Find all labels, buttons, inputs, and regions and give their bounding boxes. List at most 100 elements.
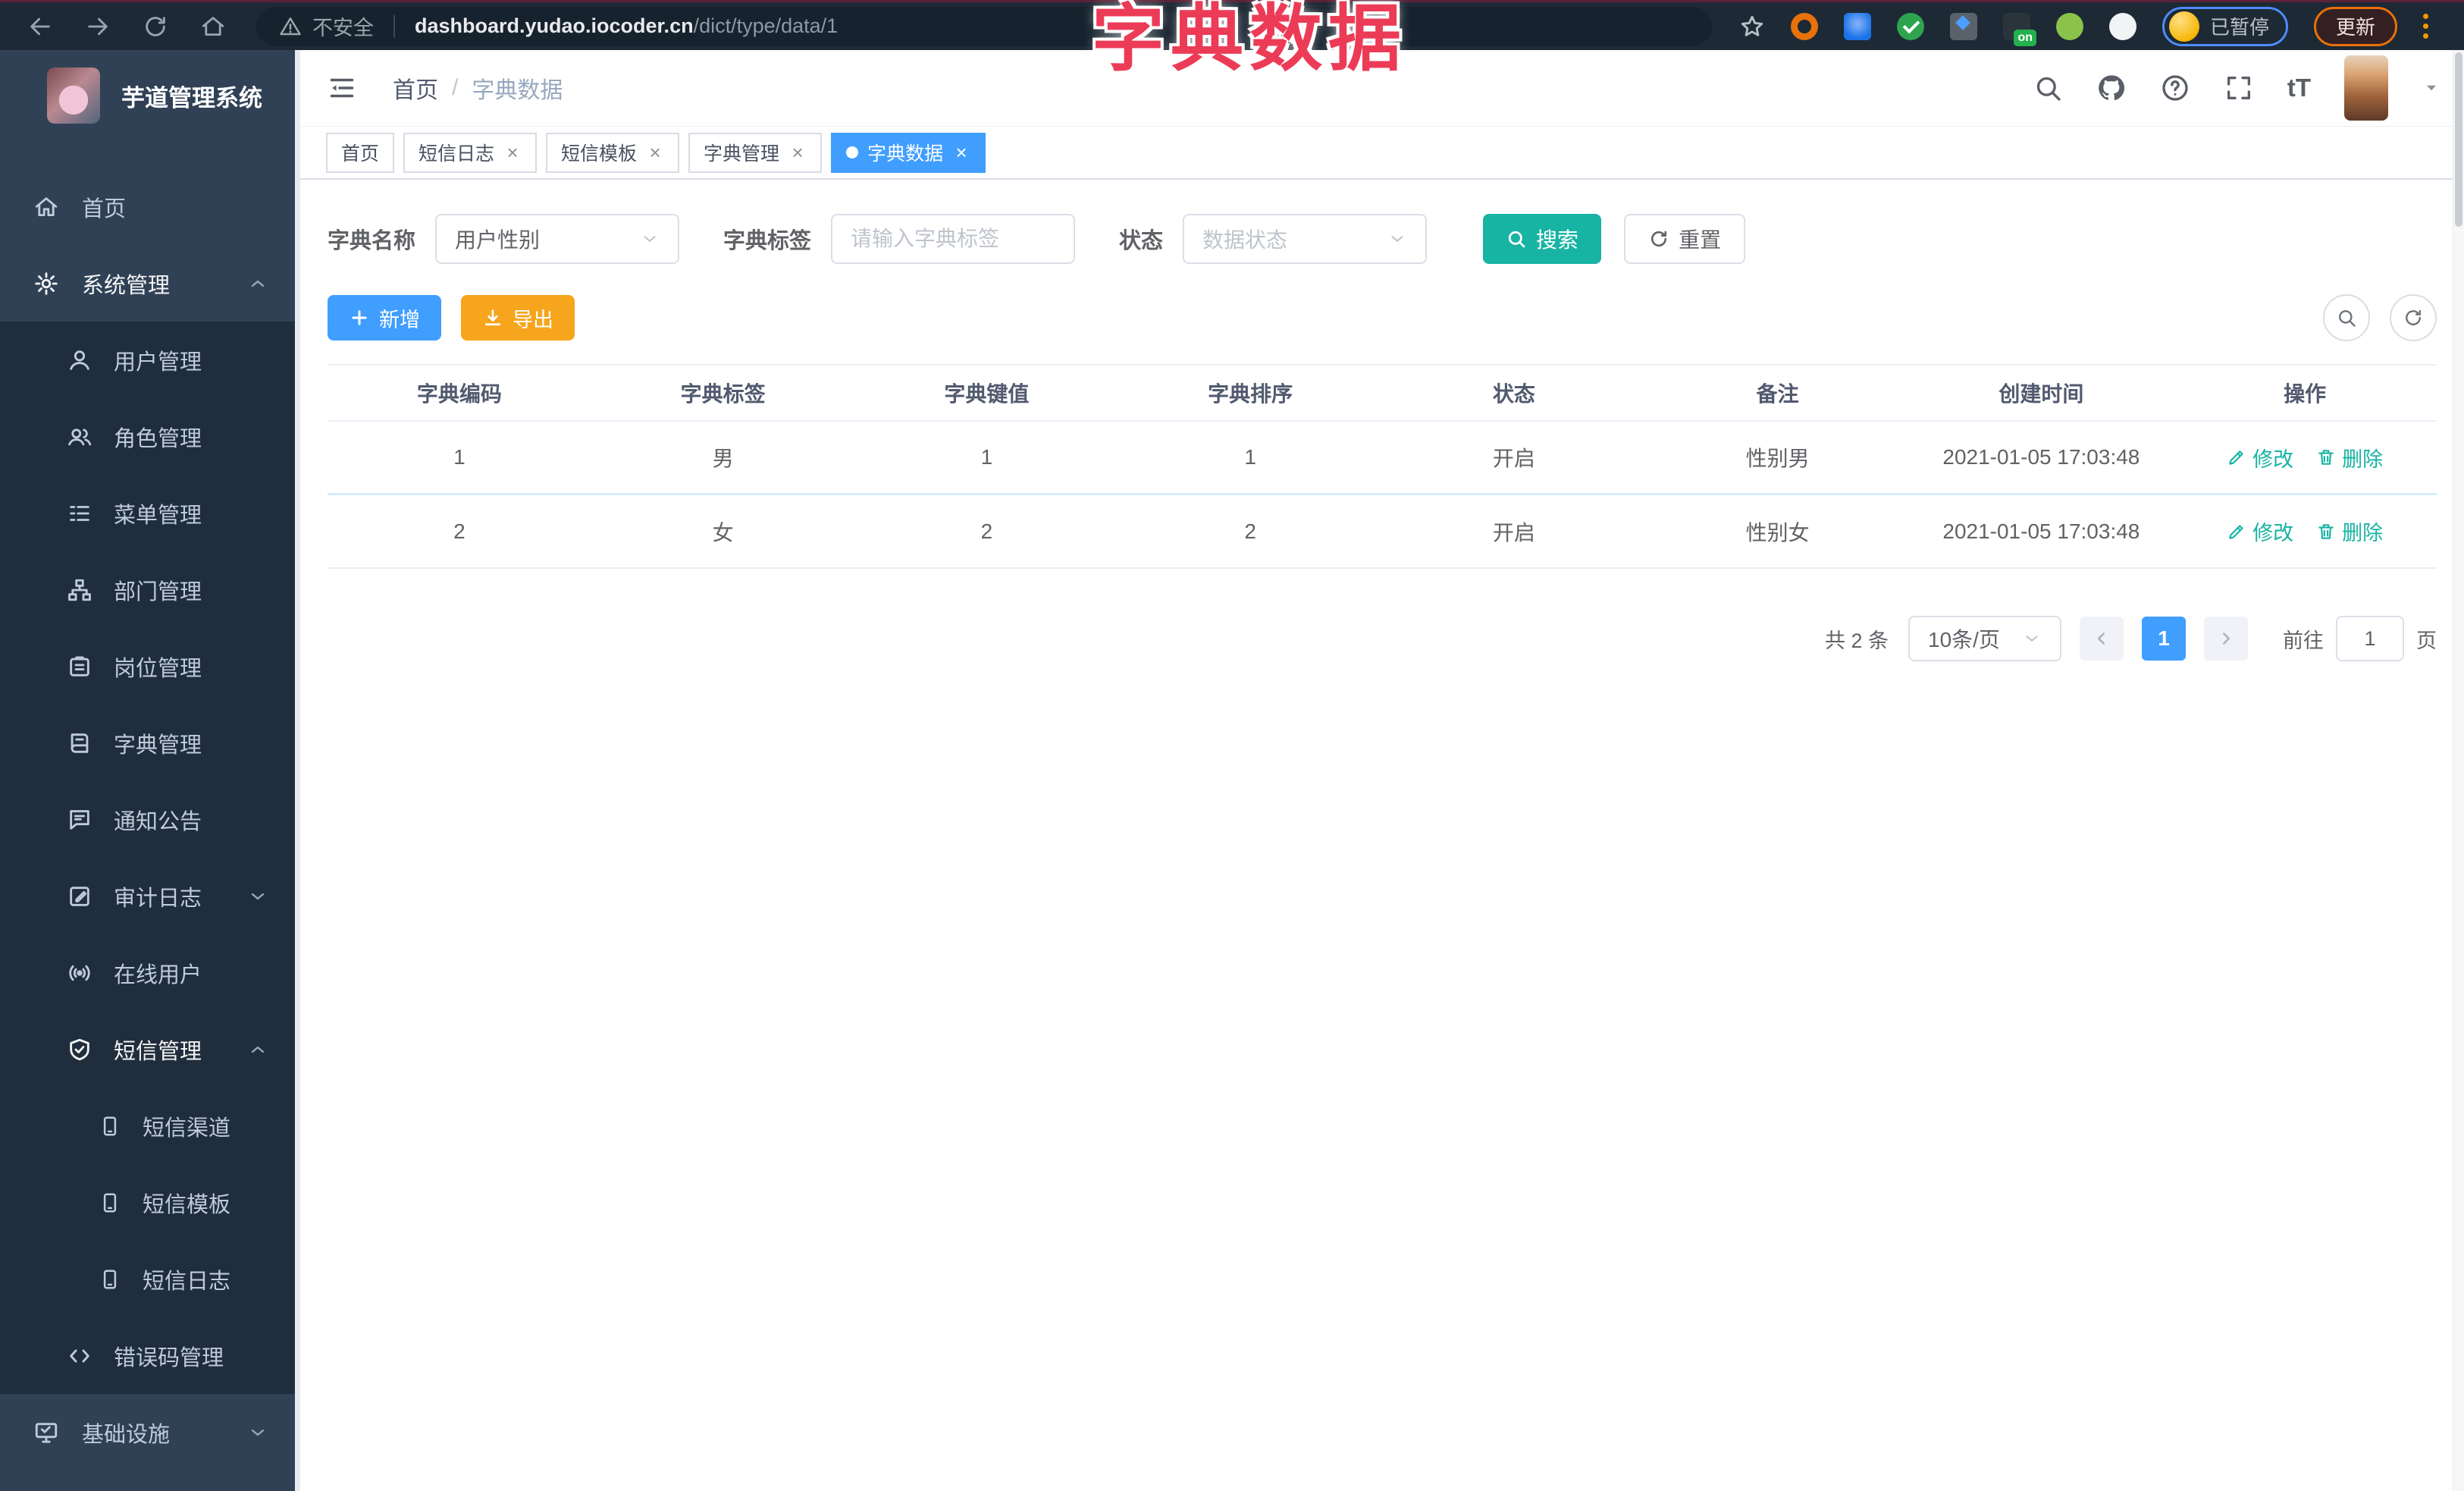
edit-link[interactable]: 修改 — [2227, 443, 2293, 472]
refresh-table-button[interactable] — [2390, 294, 2437, 341]
user-avatar[interactable] — [2344, 55, 2388, 121]
sidebar-item-sms-channel[interactable]: 短信渠道 — [0, 1088, 300, 1164]
main-panel: 首页 / 字典数据 tT 首页 短信日志 × 短信模板 × 字典管理 × 字典数… — [300, 50, 2464, 1491]
update-label: 更新 — [2336, 16, 2376, 39]
sidebar-item-online-users[interactable]: 在线用户 — [0, 934, 300, 1011]
extension-icon-bars[interactable] — [1950, 12, 1977, 40]
page-number-1[interactable]: 1 — [2142, 617, 2186, 661]
phone-icon — [103, 1116, 117, 1135]
id-badge-icon — [70, 656, 89, 676]
tab-label: 字典管理 — [704, 143, 780, 165]
sidebar-item-menus[interactable]: 菜单管理 — [0, 475, 300, 551]
add-button[interactable]: 新增 — [328, 295, 441, 341]
tab-sms-template[interactable]: 短信模板 — [546, 132, 680, 173]
export-button[interactable]: 导出 — [461, 295, 575, 341]
chevron-down-icon[interactable] — [2422, 78, 2441, 98]
reload-icon[interactable] — [143, 14, 168, 39]
extension-icon-switch[interactable]: on — [2003, 12, 2036, 46]
close-icon[interactable] — [788, 141, 807, 165]
page-scrollbar[interactable] — [2453, 50, 2464, 1491]
sidebar-item-error-codes[interactable]: 错误码管理 — [0, 1317, 300, 1394]
help-icon[interactable] — [2160, 73, 2190, 103]
sidebar-toggle-icon[interactable] — [326, 74, 358, 102]
close-icon[interactable] — [952, 141, 970, 165]
browser-profile-chip[interactable]: 已暂停 — [2162, 6, 2289, 46]
cell-code: 1 — [453, 445, 466, 469]
shield-check-icon — [70, 1038, 89, 1060]
home-icon — [35, 196, 58, 216]
back-icon[interactable] — [27, 14, 53, 39]
sidebar-item-roles[interactable]: 角色管理 — [0, 398, 300, 475]
dict-data-table: 字典编码 字典标签 字典键值 字典排序 状态 备注 创建时间 操作 1 男 1 … — [328, 364, 2437, 569]
sidebar-item-infra[interactable]: 基础设施 — [0, 1394, 300, 1471]
extension-icon-paw[interactable] — [2109, 12, 2136, 40]
forward-icon[interactable] — [85, 14, 111, 39]
tab-dict-manage[interactable]: 字典管理 — [688, 132, 823, 173]
tab-dict-data[interactable]: 字典数据 — [831, 132, 986, 173]
add-button-label: 新增 — [379, 308, 420, 331]
sidebar-item-system[interactable]: 系统管理 — [0, 245, 300, 322]
browser-update-button[interactable]: 更新 — [2314, 6, 2398, 46]
close-icon[interactable] — [646, 141, 664, 165]
extension-icon-ubuntu[interactable] — [1791, 12, 1818, 40]
sidebar-item-dict[interactable]: 字典管理 — [0, 705, 300, 781]
breadcrumb-home[interactable]: 首页 — [393, 71, 438, 105]
reset-button[interactable]: 重置 — [1624, 214, 1746, 264]
sitemap-icon — [68, 579, 91, 601]
goto-label: 前往 — [2283, 629, 2324, 652]
book-icon — [71, 733, 89, 753]
pencil-icon — [2229, 450, 2243, 465]
sidebar-item-audit-log[interactable]: 审计日志 — [0, 858, 300, 934]
search-button[interactable]: 搜索 — [1483, 214, 1602, 264]
fullscreen-icon[interactable] — [2224, 73, 2254, 103]
sidebar-item-posts[interactable]: 岗位管理 — [0, 628, 300, 705]
table-header-row: 字典编码 字典标签 字典键值 字典排序 状态 备注 创建时间 操作 — [328, 364, 2437, 422]
sidebar-item-sms[interactable]: 短信管理 — [0, 1011, 300, 1088]
search-icon[interactable] — [2033, 73, 2063, 103]
dict-label-input[interactable] — [851, 227, 1056, 251]
edit-link[interactable]: 修改 — [2227, 516, 2293, 546]
sidebar-item-sms-log[interactable]: 短信日志 — [0, 1241, 300, 1317]
extension-icon-leaf[interactable] — [2056, 12, 2083, 40]
search-button-label: 搜索 — [1536, 228, 1579, 252]
next-page-button[interactable] — [2204, 617, 2248, 661]
browser-menu-icon[interactable] — [2423, 14, 2429, 39]
goto-page-input[interactable] — [2336, 616, 2404, 661]
chevron-down-icon — [251, 893, 265, 899]
dict-name-select[interactable]: 用户性别 — [435, 214, 680, 264]
extension-icon-gem[interactable] — [1844, 12, 1871, 40]
sidebar-item-depts[interactable]: 部门管理 — [0, 551, 300, 628]
broadcast-icon — [69, 965, 90, 981]
sidebar-item-notice[interactable]: 通知公告 — [0, 781, 300, 858]
toggle-search-button[interactable] — [2323, 294, 2370, 341]
tab-sms-log[interactable]: 短信日志 — [403, 132, 538, 173]
sidebar-item-users[interactable]: 用户管理 — [0, 322, 300, 398]
chevron-down-icon — [644, 236, 656, 242]
delete-link[interactable]: 删除 — [2316, 516, 2383, 546]
sidebar-logo-row[interactable]: 芋道管理系统 — [0, 50, 300, 141]
address-bar[interactable]: 不安全 dashboard.yudao.iocoder.cn /dict/typ… — [256, 6, 1712, 46]
extension-icon-check[interactable] — [1897, 12, 1924, 40]
github-icon[interactable] — [2096, 73, 2127, 103]
status-select[interactable]: 数据状态 — [1183, 214, 1428, 264]
sidebar-scrollbar[interactable] — [295, 50, 300, 1491]
delete-link[interactable]: 删除 — [2316, 443, 2383, 472]
sidebar-item-sms-template[interactable]: 短信模板 — [0, 1164, 300, 1241]
home-icon[interactable] — [200, 14, 226, 39]
sidebar-item-home[interactable]: 首页 — [0, 168, 300, 245]
url-host: dashboard.yudao.iocoder.cn — [415, 14, 694, 37]
font-size-icon[interactable]: tT — [2287, 74, 2311, 102]
reset-button-label: 重置 — [1679, 228, 1722, 252]
cell-value: 1 — [980, 445, 993, 469]
sidebar-item-label: 用户管理 — [114, 350, 202, 375]
chevron-left-icon — [2097, 632, 2105, 645]
col-header: 字典排序 — [1208, 382, 1293, 406]
prev-page-button[interactable] — [2080, 617, 2124, 661]
chat-bubble-icon — [70, 809, 89, 830]
close-icon[interactable] — [503, 141, 522, 165]
bookmark-star-icon[interactable] — [1739, 14, 1765, 39]
chevron-up-icon — [251, 1046, 265, 1053]
plus-icon — [352, 310, 367, 325]
tab-home[interactable]: 首页 — [326, 132, 395, 173]
page-size-select[interactable]: 10条/页 — [1908, 616, 2061, 661]
